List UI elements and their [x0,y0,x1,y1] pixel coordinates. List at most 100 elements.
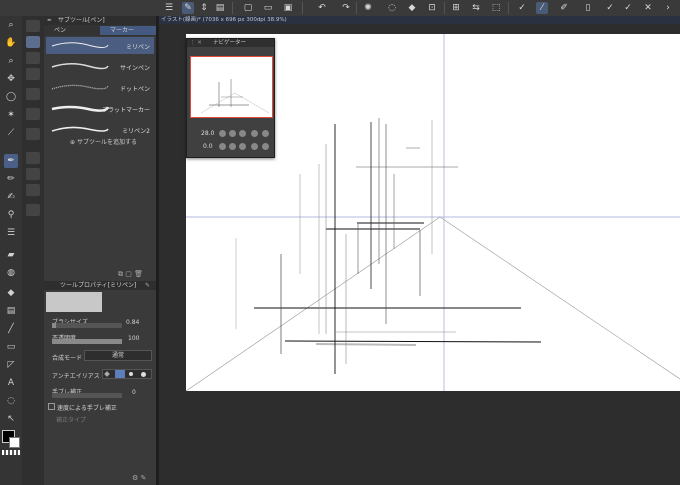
transparent-color-swatch[interactable] [2,450,20,455]
eyedropper-icon[interactable]: ⟋ [4,126,18,140]
rotate-left-icon[interactable] [219,143,226,150]
stabilization-slider[interactable] [52,393,122,398]
move-icon[interactable]: ✥ [4,72,18,86]
brush-size-slider[interactable] [52,323,122,328]
flip-horizontal-icon[interactable] [251,143,258,150]
chevron-updown-icon[interactable]: ⇕ [198,2,210,14]
tab-pen[interactable]: ペン [44,26,98,35]
ruler-icon[interactable]: ◸ [4,358,18,372]
navigator-preview[interactable] [190,56,273,118]
subtool-group-pen-icon[interactable] [26,36,40,48]
subtool-group-icon[interactable] [26,184,40,196]
check-icon[interactable]: ✓ [604,2,616,14]
ruler-check-icon[interactable]: ✓ [516,2,528,14]
actual-size-icon[interactable] [251,130,258,137]
subtool-group-icon[interactable] [26,168,40,180]
flip-vertical-icon[interactable] [262,143,269,150]
pen-stroke-icon[interactable]: ⁄ [536,2,548,14]
brush-item[interactable]: ドットペン [46,79,154,96]
device-icon[interactable]: ▯ [582,2,594,14]
airbrush-icon[interactable]: ⚲ [4,208,18,222]
settings-icon[interactable]: ✺ [362,2,374,14]
save-icon[interactable]: ▣ [282,2,294,14]
brush-item[interactable]: ミリペン2 [46,121,154,138]
speed-stabilization-checkbox[interactable]: 速度による手ブレ補正 [48,403,117,412]
layers-icon[interactable]: ▤ [214,2,226,14]
bucket-icon[interactable]: ◆ [4,286,18,300]
undo-icon[interactable]: ↶ [316,2,328,14]
add-subtool-button[interactable]: ⊕ サブツールを追加する [70,137,137,146]
trash-icon[interactable]: 🗑 [134,270,143,278]
select-icon[interactable]: ⬚ [490,2,502,14]
subtool-group-icon[interactable] [26,88,40,100]
redo-icon[interactable]: ↷ [340,2,352,14]
subtool-group-icon[interactable] [26,52,40,64]
close-icon[interactable]: ✕ [642,2,654,14]
zoom-in-icon[interactable] [229,130,236,137]
text-icon[interactable]: A [4,376,18,390]
subtool-group-icon[interactable] [26,108,40,120]
pencil-icon[interactable]: ✏ [4,172,18,186]
sub-color-swatch[interactable] [9,437,20,448]
rotation-value[interactable]: 0.0 [203,143,213,150]
balloon-icon[interactable]: ◌ [4,394,18,408]
antialias-strong-option[interactable] [141,372,146,377]
subtool-group-icon[interactable] [26,204,40,216]
tool-icon[interactable]: ✎ [182,2,194,14]
hand-icon[interactable]: ✋ [4,36,18,50]
document-tab[interactable]: イラスト(線画)* (7036 x 696 px 300dpi 38.9%) [159,16,680,24]
fill-icon[interactable]: ◆ [406,2,418,14]
brush-item[interactable]: フラットマーカー [46,100,154,117]
zoom-out-icon[interactable] [219,130,226,137]
close-icon[interactable]: ⋮ ✕ [190,39,202,47]
blend-icon[interactable]: ☰ [4,226,18,240]
frame-icon[interactable]: ▭ [4,340,18,354]
stabilization-value[interactable]: 0 [132,389,136,396]
subtool-group-icon[interactable] [26,152,40,164]
pen-icon[interactable]: ✒ [4,154,18,168]
rotate-right-icon[interactable] [229,143,236,150]
line-icon[interactable]: ╱ [4,322,18,336]
crop-icon[interactable]: ⊡ [426,2,438,14]
antialias-weak-option[interactable] [115,370,125,378]
flip-icon[interactable]: ⇆ [470,2,482,14]
check-icon-2[interactable]: ✓ [622,2,634,14]
fill-drop-icon[interactable]: ◍ [4,266,18,280]
brush-size-value[interactable]: 0.84 [126,319,139,326]
brush-item[interactable]: サインペン [46,58,154,75]
antialias-none-option[interactable] [104,371,110,377]
antialias-medium-option[interactable] [129,372,133,376]
copy-icon[interactable]: ⧉ [118,270,123,278]
subtool-group-icon[interactable] [26,128,40,140]
edit-stroke-icon[interactable]: ✐ [558,2,570,14]
zoom-value[interactable]: 28.0 [201,130,214,137]
lasso-icon[interactable]: ◯ [4,90,18,104]
opacity-slider[interactable] [52,339,122,344]
subtool-group-icon[interactable] [26,68,40,80]
gradient-icon[interactable]: ▤ [4,304,18,318]
fit-icon[interactable] [239,130,246,137]
grid-icon[interactable]: ⊞ [450,2,462,14]
tab-marker[interactable]: マーカー [100,26,156,35]
magnify-icon[interactable]: ⌕ [4,54,18,68]
navigator-header[interactable]: ⋮ ✕ ナビゲーター [187,39,274,47]
antialias-selector[interactable] [102,369,152,379]
brush-icon[interactable]: ✍ [4,190,18,204]
menu-icon[interactable]: ☰ [163,2,175,14]
clear-icon[interactable]: ◌ [386,2,398,14]
magic-wand-icon[interactable]: ✶ [4,108,18,122]
settings-icon[interactable]: ⚙ [132,474,138,482]
wrench-icon[interactable]: ✎ [145,281,150,290]
new-icon[interactable]: ▢ [125,270,132,278]
chevron-right-icon[interactable]: › [662,2,674,14]
brush-item[interactable]: ミリペン [46,37,154,54]
subtool-group-icon[interactable] [26,20,40,32]
blend-mode-select[interactable]: 通常 [84,350,152,361]
new-file-icon[interactable]: ▢ [242,2,254,14]
wrench-icon[interactable]: ✎ [141,474,147,482]
open-folder-icon[interactable]: ▭ [262,2,274,14]
reset-rotation-icon[interactable] [239,143,246,150]
eraser-icon[interactable]: ▰ [4,248,18,262]
object-icon[interactable]: ↖ [4,412,18,426]
zoom-icon[interactable]: ⌕ [4,18,18,32]
